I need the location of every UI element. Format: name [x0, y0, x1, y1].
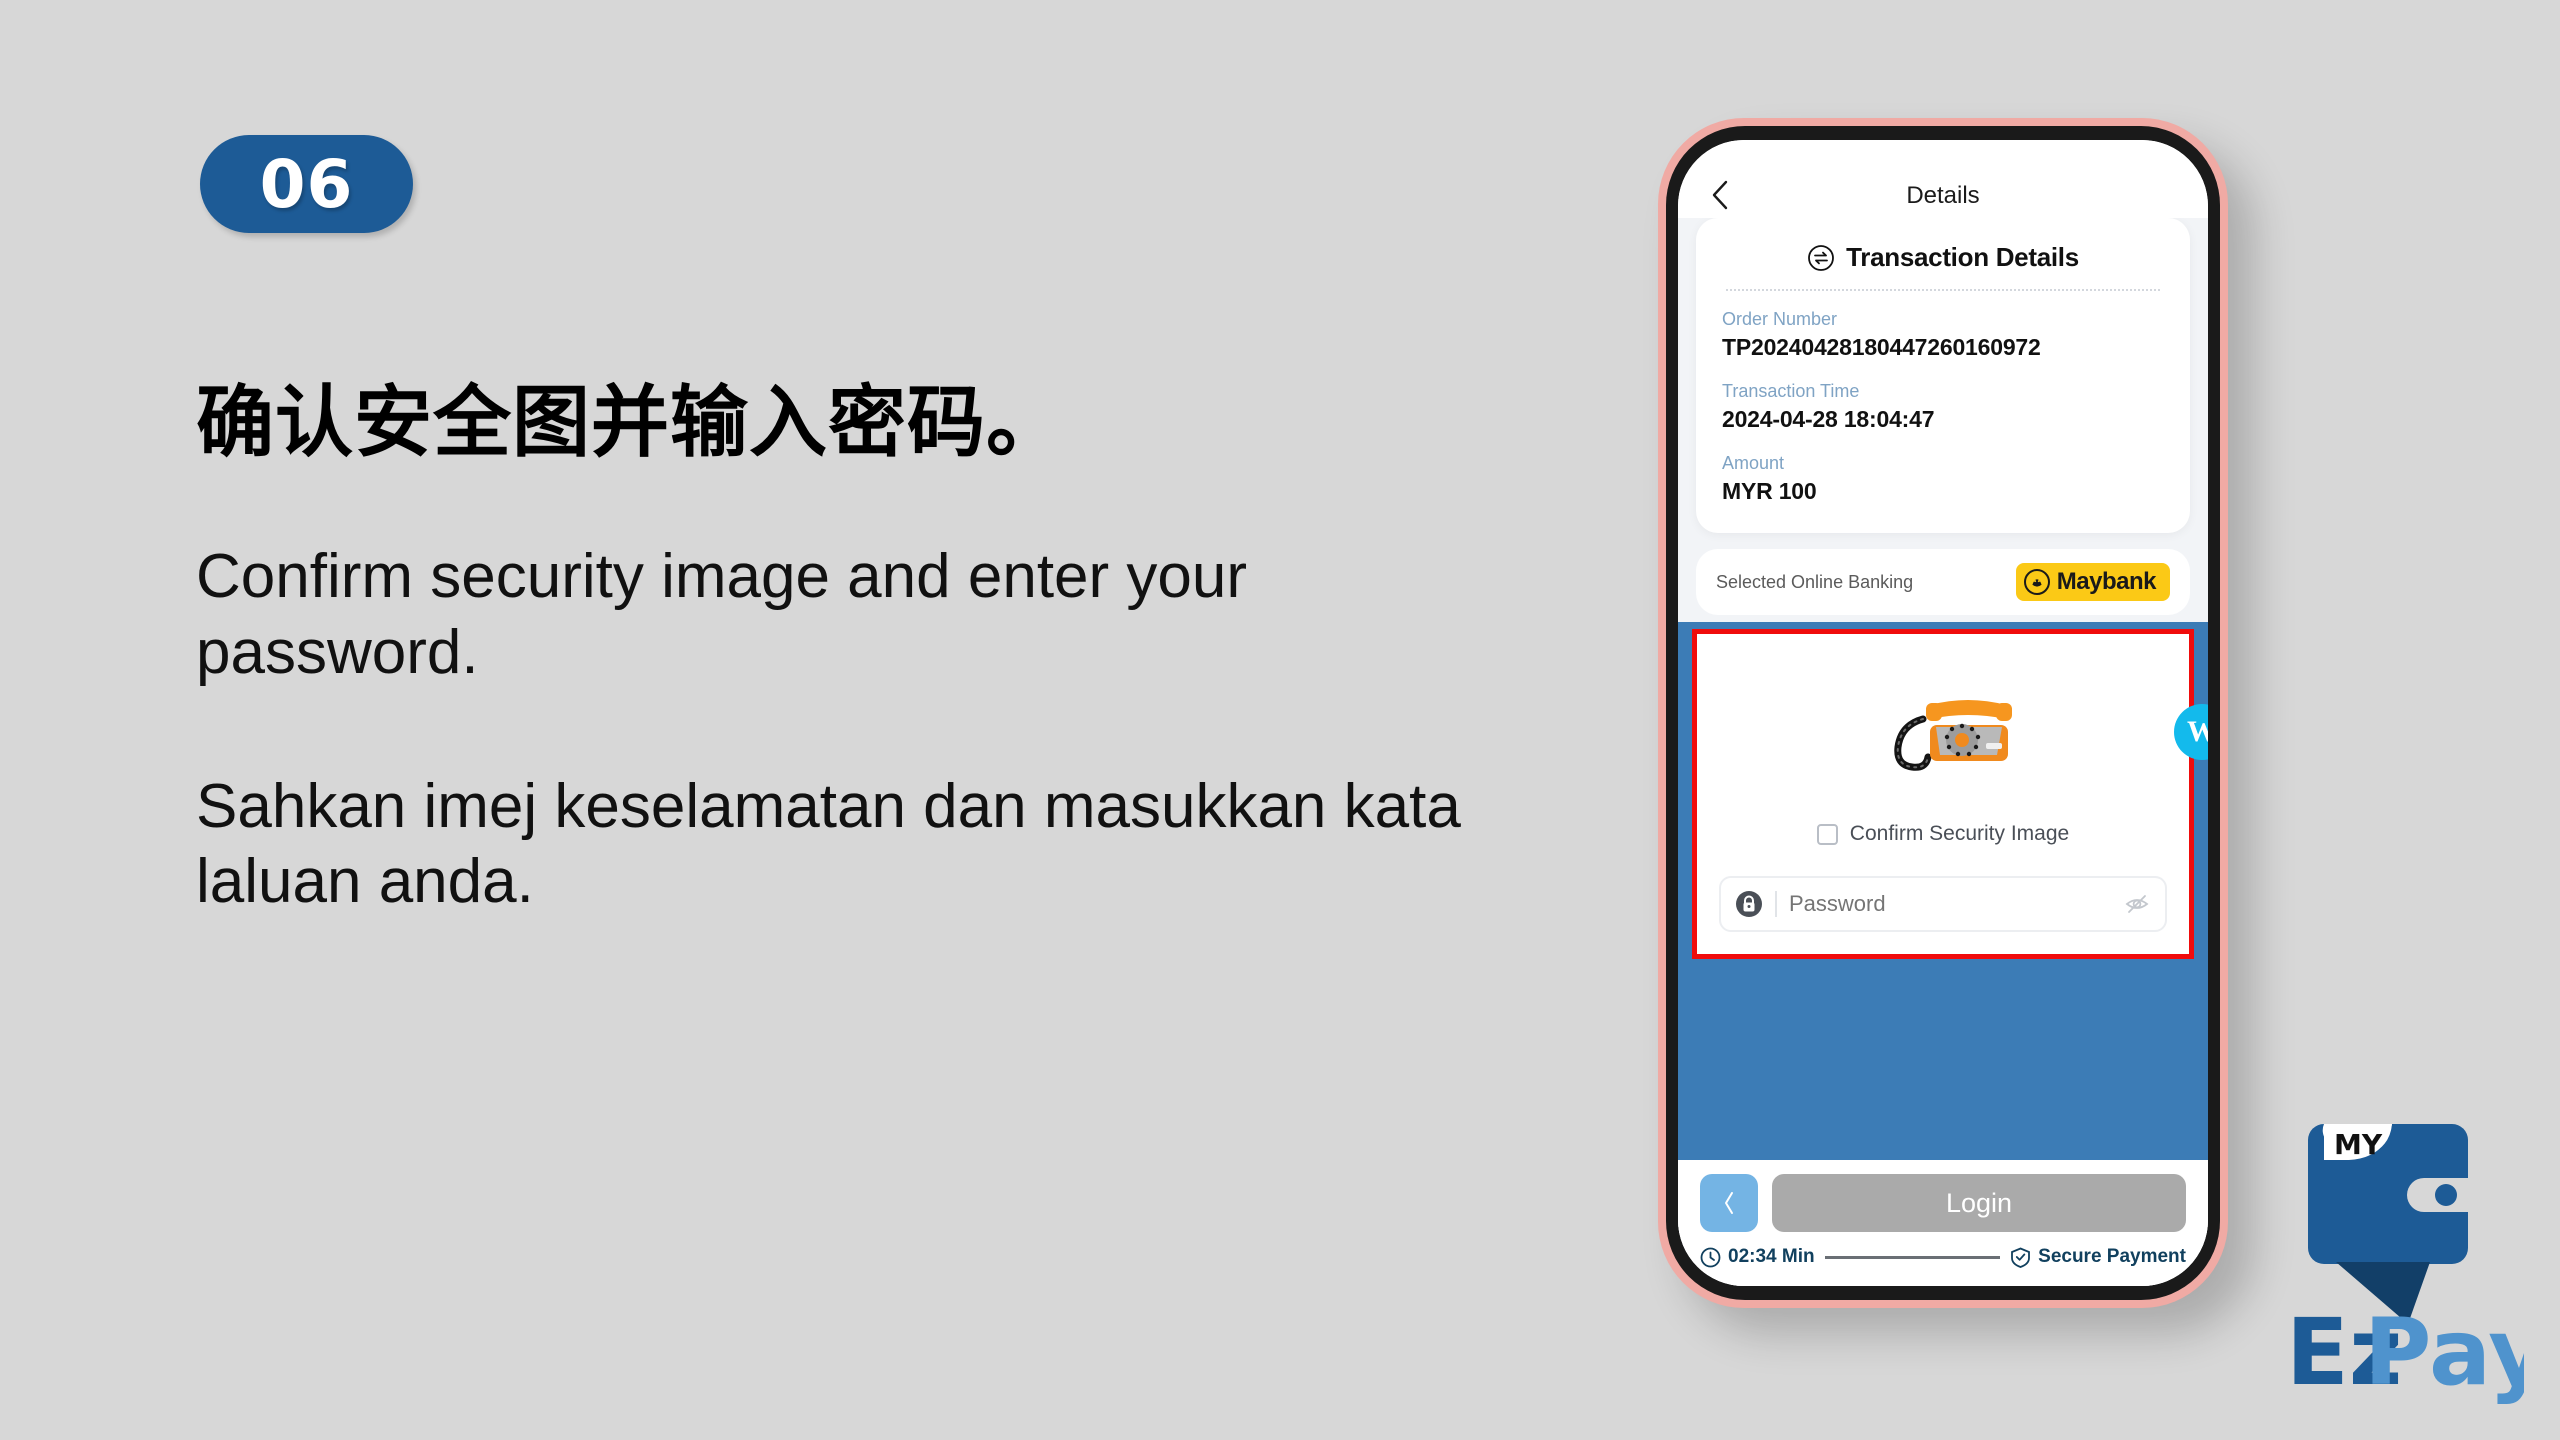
phone-screen: Details Transaction Details Order Number… [1678, 140, 2208, 1286]
password-field-wrapper[interactable] [1719, 876, 2167, 932]
secure-payment-indicator: Secure Payment [2010, 1246, 2186, 1268]
status-divider-rule [1824, 1255, 2001, 1259]
confirm-security-image-label: Confirm Security Image [1849, 822, 2070, 845]
chevron-left-icon [1724, 1192, 1733, 1214]
step-number-badge: 06 [200, 135, 413, 233]
shield-check-icon [2011, 1247, 2031, 1268]
instruction-malay: Sahkan imej keselamatan dan masukkan kat… [196, 771, 1461, 917]
transaction-details-title: Transaction Details [1846, 242, 2079, 272]
instruction-chinese: 确认安全图并输入密码。 [196, 378, 1066, 468]
field-label: Transaction Time [1722, 381, 1860, 401]
myezpay-logo: MY Ez Pay [2286, 1116, 2548, 1412]
app-navbar: Details [1678, 140, 2208, 218]
instruction-copy: 确认安全图并输入密码。 Confirm security image and e… [196, 378, 1536, 920]
field-value: MYR 100 [1722, 478, 1817, 504]
maybank-name: Maybank [2056, 568, 2157, 595]
eye-off-icon[interactable] [2123, 890, 2151, 918]
field-label: Amount [1722, 453, 1785, 473]
phone-mockup: Details Transaction Details Order Number… [1658, 118, 2228, 1308]
step-number-label: 06 [259, 145, 354, 223]
field-value: TP20240428180447260160972 [1722, 334, 2041, 360]
payment-status-bar: 02:34 Min Secure Payment [1678, 1232, 2208, 1286]
field-transaction-time: Transaction Time 2024-04-28 18:04:47 [1722, 381, 2164, 433]
svg-text:MY: MY [2334, 1128, 2383, 1161]
transaction-details-card: Transaction Details Order Number TP20240… [1696, 218, 2190, 533]
phone-bezel: Details Transaction Details Order Number… [1666, 126, 2220, 1300]
orange-rotary-telephone-image [1894, 700, 2012, 771]
card-divider [1726, 289, 2160, 291]
selected-bank-card: Selected Online Banking Maybank [1696, 549, 2190, 615]
field-order-number: Order Number TP20240428180447260160972 [1722, 309, 2164, 361]
field-value: 2024-04-28 18:04:47 [1722, 406, 1935, 432]
lock-icon [1736, 891, 1762, 917]
maybank-chip[interactable]: Maybank [2015, 563, 2170, 601]
field-amount: Amount MYR 100 [1722, 453, 2164, 505]
countdown-timer: 02:34 Min [1700, 1246, 1815, 1268]
payment-page: Transaction Details Order Number TP20240… [1678, 218, 2208, 1286]
slide-canvas: 06 确认安全图并输入密码。 Confirm security image an… [0, 0, 2560, 1440]
security-image [1719, 648, 2167, 816]
transaction-details-header: Transaction Details [1722, 236, 2164, 289]
login-button[interactable]: Login [1772, 1174, 2186, 1232]
confirm-security-image-row[interactable]: Confirm Security Image [1719, 822, 2167, 846]
password-input[interactable] [1789, 891, 2111, 917]
brand-name-part2: Pay [2364, 1299, 2524, 1406]
security-confirmation-region: Confirm Security Image [1692, 629, 2194, 959]
countdown-label: 02:34 Min [1728, 1246, 1815, 1267]
action-bar: Login [1678, 1160, 2208, 1232]
password-divider [1775, 891, 1777, 917]
instruction-english: Confirm security image and enter your pa… [196, 542, 1248, 687]
navbar-title: Details [1906, 182, 1980, 209]
selected-bank-label: Selected Online Banking [1716, 571, 1914, 592]
maybank-tiger-icon [2023, 569, 2050, 595]
confirm-security-image-checkbox[interactable] [1816, 823, 1838, 845]
previous-step-button[interactable] [1700, 1174, 1758, 1232]
clock-icon [1700, 1247, 1721, 1267]
secure-payment-label: Secure Payment [2038, 1246, 2186, 1267]
swap-circle-icon [1808, 244, 1835, 271]
field-label: Order Number [1722, 309, 1838, 329]
